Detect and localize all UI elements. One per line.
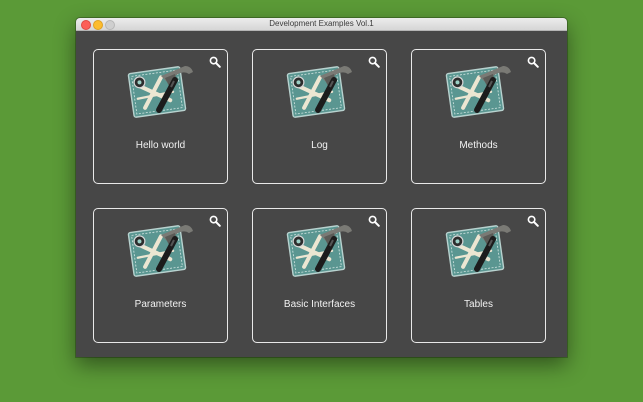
xcode-blueprint-hammer-icon (125, 221, 197, 277)
magnifier-icon[interactable] (368, 56, 380, 68)
example-tile[interactable]: Basic Interfaces (252, 208, 387, 343)
xcode-blueprint-hammer-icon (443, 62, 515, 118)
magnifier-icon[interactable] (209, 215, 221, 227)
example-tile[interactable]: Parameters (93, 208, 228, 343)
example-tile[interactable]: Tables (411, 208, 546, 343)
example-tile[interactable]: Log (252, 49, 387, 184)
tile-label: Parameters (134, 299, 187, 310)
xcode-blueprint-hammer-icon (284, 62, 356, 118)
tile-label: Tables (464, 299, 493, 310)
tile-label: Basic Interfaces (283, 299, 356, 310)
xcode-blueprint-hammer-icon (284, 221, 356, 277)
magnifier-icon[interactable] (209, 56, 221, 68)
example-tile[interactable]: Methods (411, 49, 546, 184)
example-tile[interactable]: Hello world (93, 49, 228, 184)
tile-label: Log (311, 140, 328, 151)
app-window: Development Examples Vol.1 Hello world L… (76, 18, 567, 357)
window-title: Development Examples Vol.1 (269, 19, 374, 28)
tile-label: Methods (459, 140, 498, 151)
xcode-blueprint-hammer-icon (443, 221, 515, 277)
title-bar[interactable]: Development Examples Vol.1 (76, 18, 567, 31)
xcode-blueprint-hammer-icon (125, 62, 197, 118)
magnifier-icon[interactable] (527, 56, 539, 68)
tile-label: Hello world (135, 140, 186, 151)
magnifier-icon[interactable] (368, 215, 380, 227)
magnifier-icon[interactable] (527, 215, 539, 227)
